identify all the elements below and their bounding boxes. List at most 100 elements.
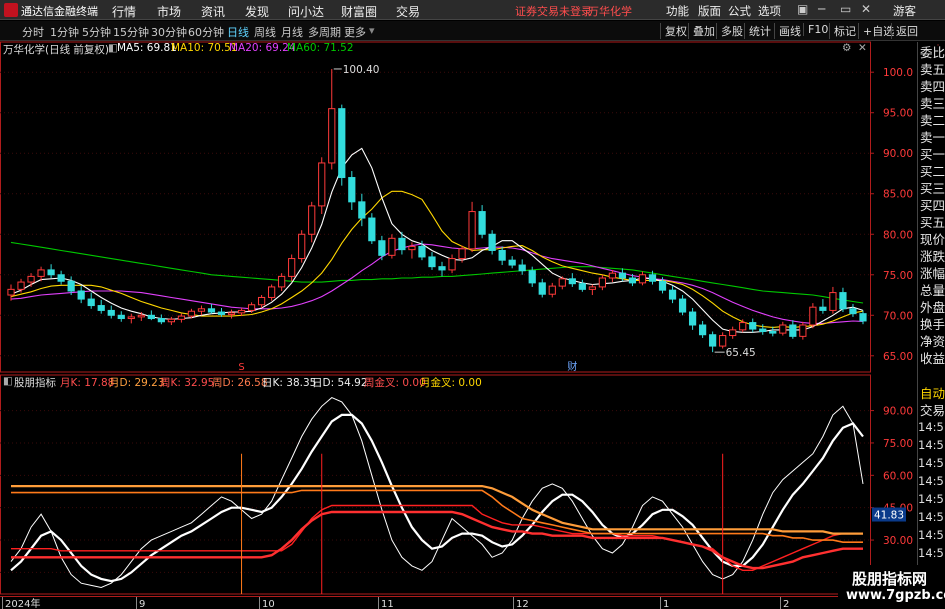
candle[interactable] — [498, 246, 506, 266]
low-label: 65.45 — [726, 347, 756, 359]
candle-body — [578, 283, 586, 290]
candle[interactable] — [368, 213, 376, 244]
candle-body — [247, 304, 256, 311]
candle[interactable] — [548, 282, 556, 298]
candle[interactable] — [57, 270, 65, 285]
candle[interactable] — [538, 278, 546, 298]
candle[interactable] — [749, 318, 757, 333]
candle[interactable] — [839, 287, 847, 313]
candle[interactable] — [167, 316, 175, 326]
candle[interactable] — [298, 230, 306, 263]
candle[interactable] — [77, 286, 85, 304]
candle-body — [638, 274, 647, 284]
candles[interactable] — [7, 68, 867, 353]
candle[interactable] — [97, 299, 105, 314]
candle[interactable] — [799, 321, 807, 340]
candle-body — [809, 306, 817, 326]
candle-body — [438, 266, 446, 271]
candle[interactable] — [378, 235, 386, 261]
candle[interactable] — [849, 303, 857, 317]
candle[interactable] — [668, 286, 677, 304]
candle-body — [418, 245, 426, 258]
candle[interactable] — [127, 313, 135, 324]
candle-body — [408, 245, 416, 251]
candle[interactable] — [107, 305, 115, 319]
candle[interactable] — [769, 326, 777, 337]
candle-body — [278, 275, 286, 288]
indicator-tick-label: 60.00 — [883, 470, 913, 482]
candle[interactable] — [448, 254, 456, 274]
candle[interactable] — [87, 292, 95, 309]
candle[interactable] — [568, 273, 576, 287]
candle[interactable] — [518, 259, 526, 275]
candle[interactable] — [819, 299, 827, 314]
candle[interactable] — [7, 284, 15, 301]
candle[interactable] — [388, 234, 396, 259]
tick-time: 14:5 — [918, 474, 944, 488]
candle[interactable] — [809, 303, 817, 329]
candle-body — [358, 201, 366, 219]
candle-body — [658, 280, 667, 291]
candle[interactable] — [598, 274, 606, 291]
watermark: 股朋指标网 www.7gpzb.com — [838, 565, 945, 609]
candle[interactable] — [197, 305, 206, 316]
time-label: 2 — [783, 599, 789, 609]
time-label: 12 — [516, 599, 529, 609]
candle[interactable] — [338, 104, 346, 186]
candle[interactable] — [117, 311, 125, 322]
candle-body — [739, 322, 747, 331]
candle-body — [608, 272, 617, 279]
current-value-label: 41.83 — [874, 510, 904, 522]
candle[interactable] — [789, 320, 797, 339]
candle[interactable] — [678, 295, 687, 316]
indicator-tick-label: 90.00 — [883, 406, 913, 418]
candle[interactable] — [257, 295, 266, 308]
candle[interactable] — [227, 309, 236, 319]
candle[interactable] — [558, 276, 566, 290]
event-marker-cai: 财 — [567, 360, 577, 373]
candle[interactable] — [779, 321, 787, 336]
candle[interactable] — [278, 273, 286, 291]
candle-body — [478, 211, 486, 235]
candle[interactable] — [147, 310, 155, 321]
candle[interactable] — [638, 271, 647, 286]
candle[interactable] — [699, 320, 707, 338]
candle[interactable] — [578, 279, 586, 292]
candle[interactable] — [207, 303, 216, 314]
candle[interactable] — [328, 68, 336, 170]
candle[interactable] — [157, 314, 165, 325]
candle[interactable] — [47, 264, 55, 279]
candle[interactable] — [688, 307, 697, 330]
candle[interactable] — [588, 284, 596, 296]
candle[interactable] — [268, 284, 276, 301]
price-tick-label: 70.00 — [883, 310, 913, 322]
kline-chart[interactable]: 100.40 65.45 S 财 100.0 95.00 90.00 85.00 80.00 7… — [0, 0, 945, 609]
candle[interactable] — [308, 201, 316, 243]
candle[interactable] — [177, 313, 186, 323]
candle-body — [137, 314, 145, 318]
candle[interactable] — [719, 332, 727, 349]
quote-side-panel: 委比 卖五 卖四 卖三 卖二 卖一 买一 买二 买三 买四 买五 现价 涨跌 涨幅 总量 外盘 换手 净资 收益 — [918, 42, 945, 372]
price-tick-label: 65.00 — [883, 351, 913, 363]
candle[interactable] — [508, 256, 516, 269]
trade-label[interactable]: 交易 — [920, 400, 945, 419]
candle[interactable] — [288, 254, 296, 282]
candle[interactable] — [859, 310, 867, 325]
candle[interactable] — [318, 157, 326, 214]
candle-body — [558, 278, 566, 287]
candle[interactable] — [729, 326, 737, 339]
candle[interactable] — [438, 261, 446, 277]
candle[interactable] — [829, 286, 837, 314]
candle[interactable] — [348, 171, 356, 210]
candle-body — [87, 298, 95, 307]
candle[interactable] — [468, 201, 476, 253]
candle[interactable] — [488, 230, 496, 255]
candle-body — [398, 237, 406, 251]
price-grid — [0, 71, 870, 357]
side-item[interactable]: 收益 — [920, 348, 945, 367]
candle-body — [729, 329, 737, 337]
indicator-axis: 90.0075.0060.0045.0030.0015.0041.83 — [870, 406, 913, 579]
candle[interactable] — [709, 331, 717, 353]
candle[interactable] — [478, 205, 486, 239]
candle[interactable] — [428, 252, 436, 270]
